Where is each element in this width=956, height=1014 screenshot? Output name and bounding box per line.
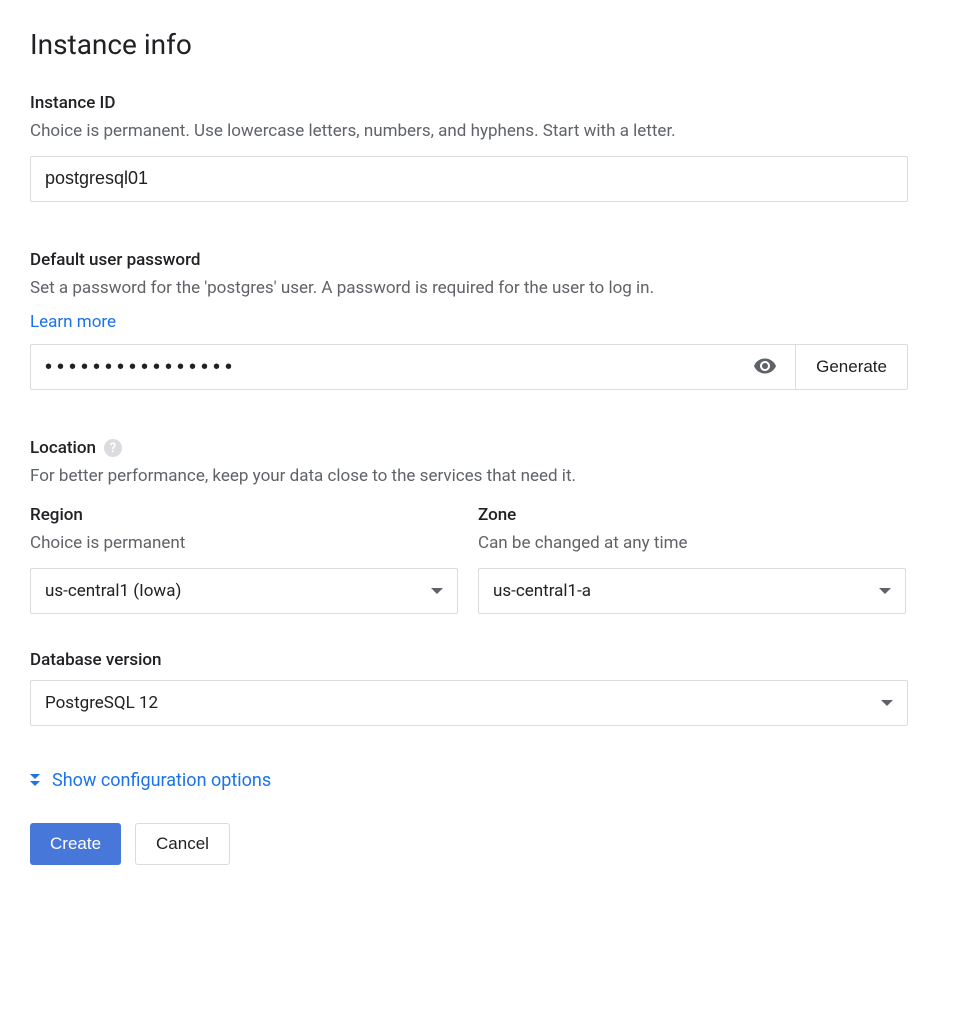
double-chevron-down-icon: [30, 774, 40, 786]
help-icon[interactable]: ?: [104, 439, 122, 457]
zone-value: us-central1-a: [493, 581, 591, 601]
instance-id-hint: Choice is permanent. Use lowercase lette…: [30, 119, 926, 144]
caret-down-icon: [431, 588, 443, 594]
password-label: Default user password: [30, 250, 926, 270]
password-section: Default user password Set a password for…: [30, 250, 926, 391]
caret-down-icon: [881, 700, 893, 706]
page-title: Instance info: [30, 28, 926, 61]
eye-icon: [753, 354, 777, 381]
show-config-toggle[interactable]: Show configuration options: [30, 770, 926, 791]
password-input[interactable]: [45, 356, 739, 379]
db-version-section: Database version PostgreSQL 12: [30, 650, 926, 726]
password-input-wrap: [30, 344, 795, 390]
db-version-value: PostgreSQL 12: [45, 693, 158, 713]
create-button[interactable]: Create: [30, 823, 121, 865]
learn-more-link[interactable]: Learn more: [30, 312, 116, 332]
zone-hint: Can be changed at any time: [478, 531, 906, 556]
db-version-label: Database version: [30, 650, 926, 670]
region-column: Region Choice is permanent us-central1 (…: [30, 505, 458, 614]
zone-label: Zone: [478, 505, 906, 525]
cancel-button[interactable]: Cancel: [135, 823, 230, 865]
location-label-text: Location: [30, 438, 96, 458]
caret-down-icon: [879, 588, 891, 594]
zone-column: Zone Can be changed at any time us-centr…: [478, 505, 906, 614]
action-buttons: Create Cancel: [30, 823, 926, 865]
show-password-button[interactable]: [749, 350, 781, 385]
location-label: Location ?: [30, 438, 926, 458]
region-select[interactable]: us-central1 (Iowa): [30, 568, 458, 614]
region-label: Region: [30, 505, 458, 525]
db-version-select[interactable]: PostgreSQL 12: [30, 680, 908, 726]
zone-select[interactable]: us-central1-a: [478, 568, 906, 614]
password-hint: Set a password for the 'postgres' user. …: [30, 276, 926, 301]
show-config-label: Show configuration options: [52, 770, 271, 791]
location-hint: For better performance, keep your data c…: [30, 464, 926, 489]
instance-id-label: Instance ID: [30, 93, 926, 113]
instance-id-input[interactable]: [30, 156, 908, 202]
region-hint: Choice is permanent: [30, 531, 458, 556]
region-value: us-central1 (Iowa): [45, 581, 181, 601]
location-section: Location ? For better performance, keep …: [30, 438, 926, 613]
generate-button[interactable]: Generate: [795, 344, 908, 390]
instance-id-section: Instance ID Choice is permanent. Use low…: [30, 93, 926, 202]
